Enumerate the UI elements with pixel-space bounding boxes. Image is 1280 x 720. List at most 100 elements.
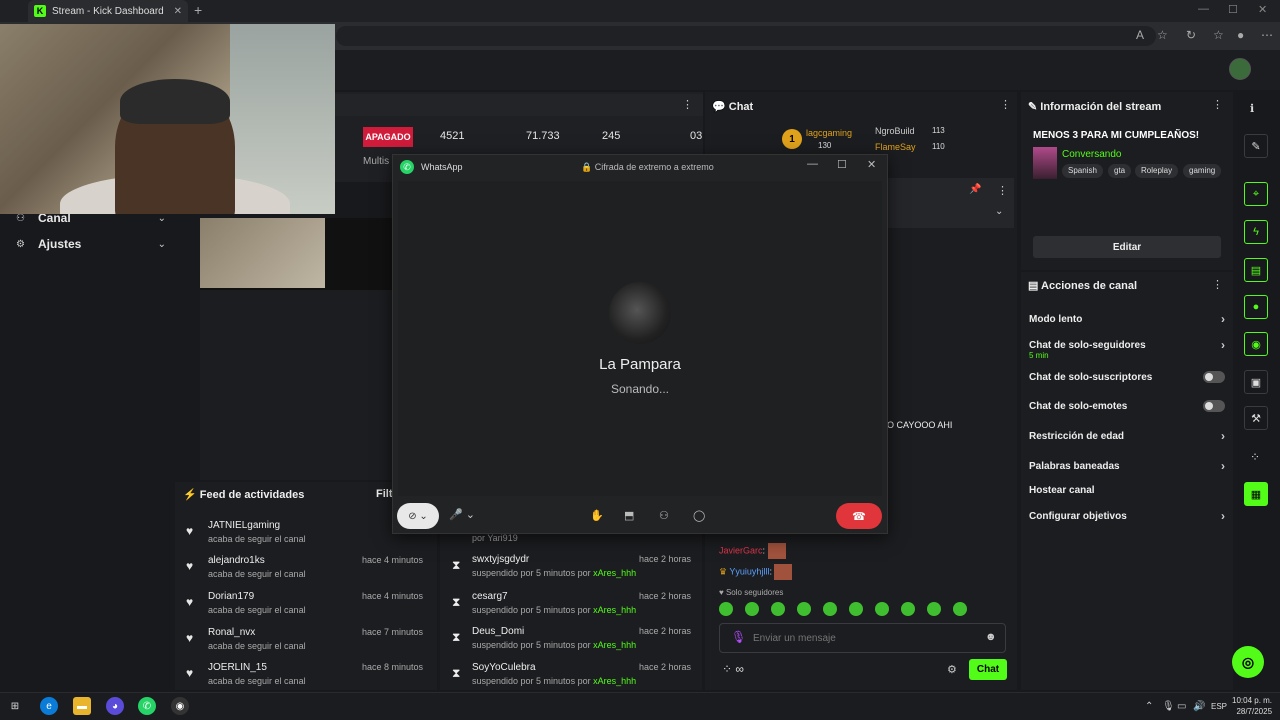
chat-username[interactable]: Yyuiuyhjlll — [729, 566, 769, 576]
focus-icon[interactable]: ⌖ — [1244, 182, 1268, 206]
window-minimize-button[interactable]: — — [1198, 3, 1209, 15]
emote[interactable] — [771, 602, 785, 616]
tray-expand-icon[interactable]: ⌃ — [1145, 701, 1153, 712]
chevron-down-icon[interactable]: ⌄ — [995, 206, 1003, 217]
edit-button[interactable]: Editar — [1033, 236, 1221, 258]
chat-settings-icon[interactable]: ⚙ — [947, 663, 957, 676]
emoji-icon[interactable]: ☻ — [985, 631, 997, 643]
clapper-icon[interactable]: ▦ — [1244, 482, 1268, 506]
chat-extras[interactable]: ⁘ ∞ — [722, 662, 744, 676]
wrench-icon[interactable]: ⚒ — [1244, 406, 1268, 430]
action-slow-mode[interactable]: Modo lento › — [1029, 312, 1225, 326]
language-indicator[interactable]: ESP — [1211, 702, 1227, 711]
stream-info-menu-icon[interactable]: ⋮ — [1212, 98, 1223, 111]
dots-icon[interactable]: ⁘ — [1250, 450, 1260, 464]
favorite-icon[interactable]: ☆ — [1157, 28, 1168, 42]
chat-send-button[interactable]: Chat — [969, 659, 1007, 680]
list-item[interactable]: ♥ Ronal_nvx acaba de seguir el canal hac… — [186, 627, 431, 659]
list-item[interactable]: ♥ alejandro1ks acaba de seguir el canal … — [186, 555, 431, 587]
browser-tab[interactable]: K Stream - Kick Dashboard ✕ — [28, 0, 188, 22]
volume-icon[interactable]: 🔊 — [1193, 701, 1205, 712]
emotes-only-toggle[interactable] — [1203, 400, 1225, 412]
tab-close-icon[interactable]: ✕ — [174, 6, 182, 17]
leader-name[interactable]: FlameSay — [875, 142, 916, 152]
profile-icon[interactable]: ● — [1237, 28, 1244, 42]
chat-username[interactable]: JavierGarc — [719, 545, 763, 555]
chat-bubble-icon[interactable]: ● — [1244, 295, 1268, 319]
share-screen-icon[interactable]: ⬒ — [624, 509, 634, 522]
layout-icon[interactable]: ▣ — [1244, 370, 1268, 394]
activity-feed-filter[interactable]: Filt — [376, 488, 393, 500]
wa-minimize-button[interactable]: — — [807, 158, 818, 170]
table-row[interactable]: ⧗ Deus_Domi suspendido por 5 minutos por… — [452, 626, 697, 658]
emote[interactable] — [797, 602, 811, 616]
lightning-icon[interactable]: ϟ — [1244, 220, 1268, 244]
windows-start-icon[interactable]: ⊞ — [6, 697, 24, 715]
sidebar-item-ajustes[interactable]: ⚙ Ajustes ⌄ — [16, 234, 166, 254]
broadcast-icon[interactable]: ◉ — [1244, 332, 1268, 356]
action-age-restriction[interactable]: Restricción de edad › — [1029, 429, 1225, 443]
action-host-channel[interactable]: Hostear canal — [1029, 485, 1225, 496]
mod-action-text: suspendido por 5 minutos por — [472, 676, 594, 686]
file-explorer-icon[interactable]: ▬ — [73, 697, 91, 715]
wa-close-button[interactable]: ✕ — [867, 158, 876, 171]
add-participant-icon[interactable]: ⚇ — [659, 509, 669, 522]
network-icon[interactable]: ▭ — [1177, 701, 1186, 712]
mic-tray-icon[interactable]: 🎙 — [1162, 701, 1175, 712]
pinned-menu-icon[interactable]: ⋮ — [997, 184, 1008, 197]
table-row[interactable]: ⧗ SoyYoCulebra suspendido por 5 minutos … — [452, 662, 697, 694]
raise-hand-icon[interactable]: ✋ — [590, 509, 604, 522]
emote[interactable] — [849, 602, 863, 616]
document-icon[interactable]: ▤ — [1244, 258, 1268, 282]
window-maximize-button[interactable]: ☐ — [1228, 3, 1238, 16]
pin-icon[interactable]: 📌 — [969, 184, 981, 195]
discord-icon[interactable]: ◕ — [106, 697, 124, 715]
subscribers-only-toggle[interactable] — [1203, 371, 1225, 383]
url-input[interactable] — [336, 26, 1156, 46]
pinned-message[interactable] — [887, 178, 1014, 228]
list-item[interactable]: ♥ JOERLIN_15 acaba de seguir el canal ha… — [186, 662, 431, 694]
refresh-icon[interactable]: ↻ — [1186, 28, 1196, 42]
list-item[interactable]: ♥ Dorian179 acaba de seguir el canal hac… — [186, 591, 431, 623]
action-banned-words[interactable]: Palabras baneadas › — [1029, 459, 1225, 473]
info-icon[interactable]: ℹ — [1250, 102, 1254, 115]
browser-menu-icon[interactable]: ⋯ — [1261, 28, 1273, 42]
panel-menu-icon[interactable]: ⋮ — [682, 98, 693, 111]
table-row[interactable]: ⧗ swxtyjsgdydr suspendido por 5 minutos … — [452, 554, 697, 586]
microphone-button[interactable]: 🎤 ⌄ — [449, 508, 475, 521]
whatsapp-taskbar-icon[interactable]: ✆ — [138, 697, 156, 715]
favorites-list-icon[interactable]: ☆ — [1213, 28, 1224, 42]
category-name[interactable]: Conversando — [1062, 149, 1121, 160]
read-aloud-icon[interactable]: A — [1136, 28, 1144, 42]
camera-toggle-button[interactable]: ⊘ ⌄ — [397, 503, 439, 529]
new-tab-button[interactable]: + — [194, 2, 202, 18]
emote[interactable] — [901, 602, 915, 616]
action-followers-only[interactable]: Chat de solo-seguidores › — [1029, 338, 1225, 352]
emote[interactable] — [823, 602, 837, 616]
system-clock[interactable]: 10:04 p. m. 28/7/2025 — [1232, 695, 1272, 717]
emote[interactable] — [745, 602, 759, 616]
wa-maximize-button[interactable]: ☐ — [837, 158, 847, 171]
edge-icon[interactable]: e — [40, 697, 58, 715]
chat-input[interactable] — [753, 630, 973, 646]
action-emotes-only[interactable]: Chat de solo-emotes — [1029, 400, 1225, 412]
microphone-icon[interactable]: 🎙 — [731, 630, 746, 644]
chat-menu-icon[interactable]: ⋮ — [1000, 98, 1011, 111]
emote[interactable] — [875, 602, 889, 616]
emote[interactable] — [953, 602, 967, 616]
table-row[interactable]: ⧗ cesarg7 suspendido por 5 minutos por x… — [452, 591, 697, 623]
obs-icon[interactable]: ◉ — [171, 697, 189, 715]
action-goals[interactable]: Configurar objetivos › — [1029, 509, 1225, 523]
emote[interactable] — [927, 602, 941, 616]
help-button[interactable]: ◎ — [1232, 646, 1264, 678]
hang-up-button[interactable]: ☎ — [836, 503, 882, 529]
leader-name[interactable]: lagcgaming — [806, 128, 852, 138]
avatar[interactable] — [1229, 58, 1251, 80]
action-subscribers-only[interactable]: Chat de solo-suscriptores — [1029, 371, 1225, 383]
channel-actions-menu-icon[interactable]: ⋮ — [1212, 278, 1223, 291]
pencil-icon[interactable]: ✎ — [1244, 134, 1268, 158]
chat-icon[interactable]: ◯ — [693, 509, 705, 522]
window-close-button[interactable]: ✕ — [1258, 3, 1267, 16]
leader-name[interactable]: NgroBuild — [875, 126, 915, 136]
emote[interactable] — [719, 602, 733, 616]
